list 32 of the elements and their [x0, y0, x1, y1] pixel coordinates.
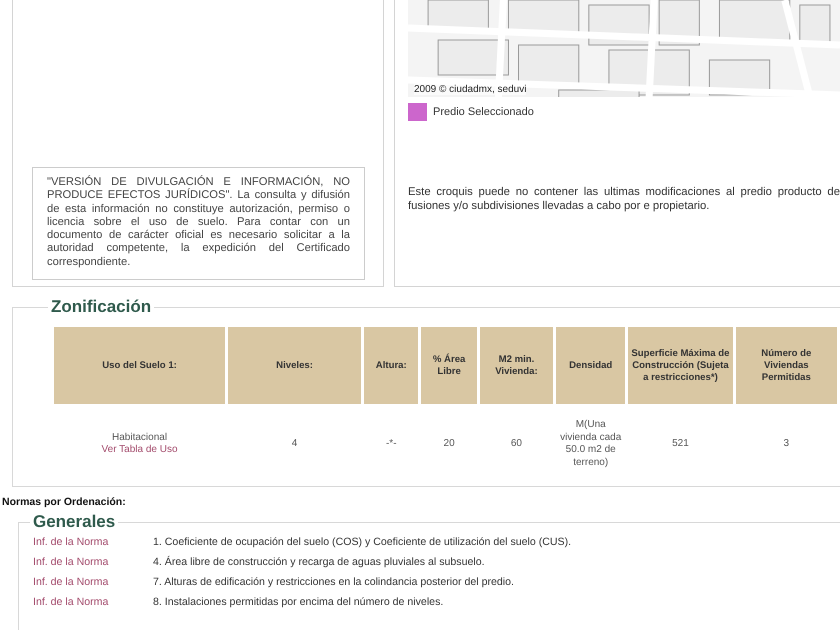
norm-info-link[interactable]: Inf. de la Norma [33, 532, 153, 552]
section-heading: Normas por Ordenación: [2, 496, 127, 508]
column-header: % Área Libre [421, 327, 477, 404]
legend-label: Predio Seleccionado [433, 106, 534, 118]
map-note: Este croquis puede no contener las ultimas modificaciones al predio producto de fusiones y/o subdivisiones llevadas a cabo por e propietario. [408, 186, 840, 213]
table-cell-text: 3 [782, 438, 790, 450]
norm-text: 4. Área libre de construcción y recarga de aguas pluviales al subsuelo. [153, 554, 485, 570]
column-header: Número de Viviendas Permitidas [736, 327, 837, 404]
map-attribution: 2009 © ciudadmx, seduvi [414, 84, 526, 95]
table-cell: M(Una vivienda cada 50.0 m2 de terreno) [559, 419, 622, 469]
table-cell-text: 521 [671, 438, 690, 450]
column-header: Uso del Suelo 1: [54, 327, 226, 404]
norm-info-link[interactable]: Inf. de la Norma [33, 592, 153, 612]
norm-text: 7. Alturas de edificación y restricciones en la colindancia posterior del predio. [153, 575, 514, 590]
column-header: M2 min. Vivienda: [480, 327, 554, 404]
norm-info-link[interactable]: Inf. de la Norma [33, 572, 153, 592]
column-header: Superficie Máxima de Construcción (Sujeta a restricciones*) [628, 327, 733, 404]
section-title: Generales [32, 512, 116, 532]
table-cell-text: -*- [384, 438, 398, 450]
norm-info-link[interactable]: Inf. de la Norma [33, 552, 153, 572]
column-header: Niveles: [228, 327, 362, 404]
norm-text: 1. Coeficiente de ocupación del suelo (COS) y Coeficiente de utilización del suelo (CUS). [153, 535, 572, 550]
table-cell-text: Habitacional [111, 432, 168, 444]
column-header: Densidad [556, 327, 626, 404]
column-header: Altura: [364, 327, 418, 404]
table-cell-text: 60 [510, 438, 523, 450]
table-cell-text: 20 [442, 438, 456, 450]
table-cell-text: 4 [290, 438, 298, 450]
norm-text: 8. Instalaciones permitidas por encima del número de niveles. [153, 595, 444, 610]
section-title: Zonificación [50, 297, 152, 317]
usage-table-link[interactable]: Ver Tabla de Uso [57, 444, 222, 456]
disclaimer-text: "VERSIÓN DE DIVULGACIÓN E INFORMACIÓN, NO PRODUCE EFECTOS JURÍDICOS". La consulta y difusión de esta información no constituye autorización, permiso o licencia sobre el uso de suelo. Para contar con un documento de carácter oficial es necesario solicitar a la autoridad competente, la expedición del Certificado correspondiente. [32, 166, 365, 280]
